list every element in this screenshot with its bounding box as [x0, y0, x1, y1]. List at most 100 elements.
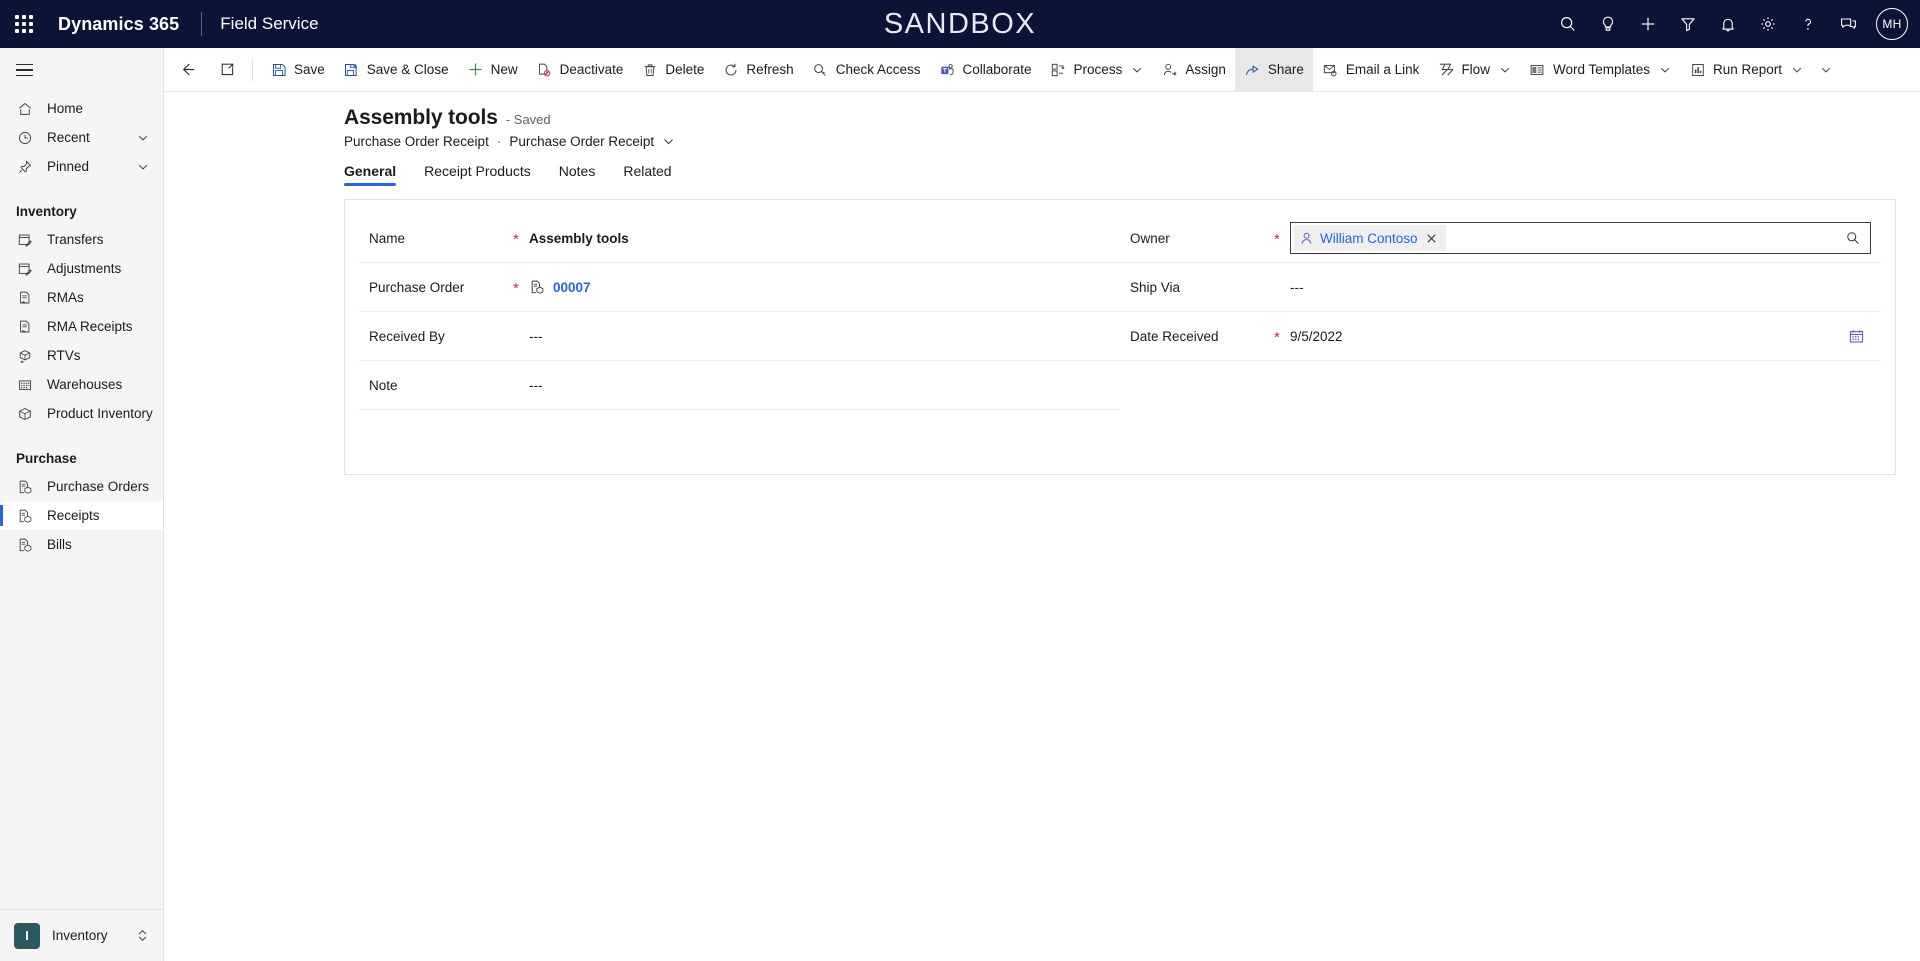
clock-icon	[16, 129, 34, 147]
gear-icon[interactable]	[1748, 0, 1788, 48]
sidebar-item-label: Purchase Orders	[47, 479, 150, 494]
command-label: Share	[1267, 62, 1304, 77]
avatar[interactable]: MH	[1876, 8, 1908, 40]
refresh-button[interactable]: Refresh	[713, 48, 802, 91]
command-label: Deactivate	[559, 62, 624, 77]
required-spacer	[1274, 286, 1290, 289]
save-and-close-button[interactable]: Save & Close	[334, 48, 458, 91]
search-icon[interactable]	[1838, 224, 1868, 252]
hamburger-icon[interactable]	[0, 48, 163, 92]
email-a-link-button[interactable]: Email a Link	[1313, 48, 1429, 91]
help-icon[interactable]	[1788, 0, 1828, 48]
popout-button[interactable]	[210, 53, 244, 87]
form-card: Name * Assembly tools Purchase Order * 0…	[344, 199, 1896, 475]
search-icon[interactable]	[1548, 0, 1588, 48]
sidebar-group-header-purchase: Purchase	[16, 450, 77, 466]
command-overflow-button[interactable]	[1812, 48, 1840, 91]
received-by-value[interactable]: ---	[529, 329, 1110, 344]
tab-related[interactable]: Related	[623, 163, 671, 186]
save-button[interactable]: Save	[261, 48, 334, 91]
plus-icon	[467, 61, 484, 78]
owner-lookup-input[interactable]: William Contoso	[1290, 222, 1871, 254]
back-button[interactable]	[170, 53, 204, 87]
area-switcher[interactable]: I Inventory	[0, 909, 163, 961]
word-templates-button[interactable]: Word Templates	[1520, 48, 1680, 91]
rma-receipt-icon	[16, 318, 34, 336]
purchase-order-link[interactable]: 00007	[553, 280, 591, 295]
area-switcher-label: Inventory	[52, 928, 108, 943]
owner-chip[interactable]: William Contoso	[1293, 225, 1446, 251]
new-button[interactable]: New	[458, 48, 527, 91]
share-button[interactable]: Share	[1234, 48, 1313, 91]
app-name-label[interactable]: Field Service	[220, 14, 318, 34]
form-column-left: Name * Assembly tools Purchase Order * 0…	[359, 214, 1120, 474]
teams-icon	[939, 61, 956, 78]
breadcrumb-entity[interactable]: Purchase Order Receipt	[344, 134, 489, 149]
sidebar-group-header-inventory: Inventory	[16, 203, 77, 219]
lightbulb-icon[interactable]	[1588, 0, 1628, 48]
chevron-down-icon[interactable]	[1791, 64, 1803, 76]
check-access-button[interactable]: Check Access	[803, 48, 930, 91]
command-bar: Save Save & Close New Deactivate Delete …	[164, 48, 1920, 92]
chevron-down-icon[interactable]	[662, 135, 675, 148]
brand-divider	[201, 12, 203, 36]
sidebar-item-home[interactable]: Home	[0, 94, 163, 123]
sidebar-item-bills[interactable]: Bills	[0, 530, 163, 559]
collaborate-button[interactable]: Collaborate	[930, 48, 1041, 91]
command-label: New	[490, 62, 518, 77]
purchase-order-value: 00007	[529, 279, 1110, 295]
tab-notes[interactable]: Notes	[559, 163, 596, 186]
sidebar-item-label: Warehouses	[47, 377, 123, 392]
sidebar-item-label: Recent	[47, 130, 90, 145]
sidebar-item-label: Transfers	[47, 232, 104, 247]
assign-button[interactable]: Assign	[1152, 48, 1235, 91]
sidebar-item-rma-receipts[interactable]: RMA Receipts	[0, 312, 163, 341]
field-date-received: Date Received * 9/5/2022	[1120, 312, 1881, 361]
chevron-down-icon[interactable]	[1131, 64, 1143, 76]
filter-icon[interactable]	[1668, 0, 1708, 48]
process-button[interactable]: Process	[1041, 48, 1153, 91]
deactivate-button[interactable]: Deactivate	[527, 48, 633, 91]
sidebar-item-label: Pinned	[47, 159, 90, 174]
sidebar-item-rtvs[interactable]: RTVs	[0, 341, 163, 370]
app-launcher-icon[interactable]	[0, 0, 48, 48]
tab-general[interactable]: General	[344, 163, 397, 186]
form-tabs: General Receipt Products Notes Related	[164, 163, 1920, 186]
owner-lookup-text-area[interactable]	[1446, 224, 1838, 252]
field-label: Purchase Order	[369, 279, 465, 295]
note-value[interactable]: ---	[529, 378, 1110, 393]
field-owner: Owner * William Contoso	[1120, 214, 1881, 263]
chevron-down-icon[interactable]	[1659, 64, 1671, 76]
sidebar-item-receipts[interactable]: Receipts	[0, 501, 163, 530]
sidebar-item-recent[interactable]: Recent	[0, 123, 163, 152]
calendar-icon[interactable]	[1841, 322, 1871, 350]
updown-chevron-icon[interactable]	[136, 928, 149, 943]
command-label: Save	[294, 62, 325, 77]
word-template-icon	[1529, 61, 1546, 78]
plus-icon[interactable]	[1628, 0, 1668, 48]
sidebar-item-transfers[interactable]: Transfers	[0, 225, 163, 254]
close-icon[interactable]	[1420, 226, 1444, 250]
sidebar-item-adjustments[interactable]: Adjustments	[0, 254, 163, 283]
flow-button[interactable]: Flow	[1428, 48, 1520, 91]
ship-via-value[interactable]: ---	[1290, 280, 1871, 295]
sidebar-item-product-inventory[interactable]: Product Inventory	[0, 399, 163, 428]
sidebar-item-pinned[interactable]: Pinned	[0, 152, 163, 181]
breadcrumb-form[interactable]: Purchase Order Receipt	[509, 134, 654, 149]
feedback-icon[interactable]	[1828, 0, 1868, 48]
name-value[interactable]: Assembly tools	[529, 231, 1110, 246]
brand-label[interactable]: Dynamics 365	[58, 14, 179, 35]
sidebar-item-warehouses[interactable]: Warehouses	[0, 370, 163, 399]
sidebar-item-purchase-orders[interactable]: Purchase Orders	[0, 472, 163, 501]
tab-receipt-products[interactable]: Receipt Products	[424, 163, 531, 186]
chevron-down-icon[interactable]	[1499, 64, 1511, 76]
command-label: Email a Link	[1345, 62, 1420, 77]
chevron-down-icon[interactable]	[137, 132, 149, 144]
bell-icon[interactable]	[1708, 0, 1748, 48]
date-received-value[interactable]: 9/5/2022	[1290, 329, 1841, 344]
sidebar-item-label: RTVs	[47, 348, 81, 363]
run-report-button[interactable]: Run Report	[1680, 48, 1812, 91]
chevron-down-icon[interactable]	[137, 161, 149, 173]
sidebar-item-rmas[interactable]: RMAs	[0, 283, 163, 312]
delete-button[interactable]: Delete	[632, 48, 713, 91]
